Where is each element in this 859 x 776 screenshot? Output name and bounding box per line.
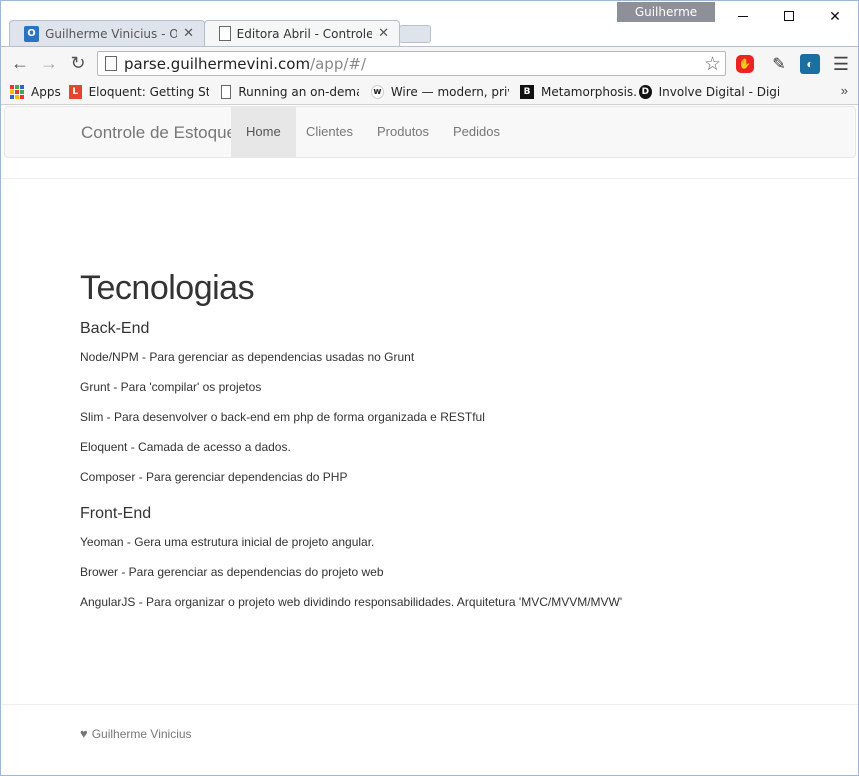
wave-extension-button[interactable]: ◐ — [800, 54, 820, 74]
list-item: Grunt - Para 'compilar' os projetos — [80, 380, 262, 394]
chrome-menu-button[interactable]: ☰ — [831, 54, 851, 74]
close-icon: ✕ — [829, 7, 841, 24]
apps-icon — [10, 85, 24, 99]
nav-pedidos[interactable]: Pedidos — [438, 107, 515, 157]
d-icon: D — [639, 85, 652, 99]
minimize-icon — [738, 15, 748, 17]
wave-icon: ◐ — [800, 54, 820, 74]
footer-author: Guilherme Vinicius — [91, 726, 192, 741]
section-heading-backend: Back-End — [80, 320, 150, 337]
url-path: /app/#/ — [310, 55, 367, 73]
arrow-right-icon: → — [40, 52, 58, 73]
wire-icon: w — [371, 85, 384, 99]
main-content: Tecnologias Back-End Node/NPM - Para ger… — [80, 266, 800, 622]
back-button[interactable]: ← — [9, 52, 31, 74]
list-item: Brower - Para gerenciar as dependencias … — [80, 565, 384, 579]
more-bookmarks-button[interactable]: » — [841, 83, 848, 98]
bookmark-label: Metamorphosis. — [541, 85, 637, 99]
list-item: Composer - Para gerenciar dependencias d… — [80, 470, 348, 484]
close-window-button[interactable]: ✕ — [812, 1, 858, 31]
bookmark-involve-digital[interactable]: D Involve Digital - Digita — [639, 83, 779, 101]
address-bar[interactable]: parse.guilhermevini.com/app/#/ ☆ — [97, 51, 726, 76]
section-heading-frontend: Front-End — [80, 505, 152, 522]
nav-produtos[interactable]: Produtos — [362, 107, 444, 157]
maximize-button[interactable] — [766, 1, 812, 31]
page-viewport: Controle de Estoque Home Clientes Produt… — [2, 106, 858, 775]
maximize-icon — [784, 11, 794, 21]
reload-icon: ↻ — [70, 52, 86, 73]
page-icon — [219, 26, 231, 41]
laravel-icon: L — [69, 85, 82, 99]
footer-divider — [2, 704, 858, 705]
list-item: AngularJS - Para organizar o projeto web… — [80, 595, 623, 609]
profile-button[interactable]: Guilherme Vini... — [617, 2, 715, 39]
tab-editora-abril[interactable]: Editora Abril - Controle de ✕ — [204, 20, 400, 46]
tab-title: Guilherme Vinicius - Outlo — [45, 26, 177, 41]
site-navbar: Controle de Estoque Home Clientes Produt… — [4, 106, 856, 158]
bookmark-label: Involve Digital - Digita — [658, 85, 779, 99]
list-item: Slim - Para desenvolver o back-end em ph… — [80, 410, 485, 424]
tab-title: Editora Abril - Controle de — [236, 26, 373, 41]
tab-close-icon[interactable]: ✕ — [183, 26, 194, 41]
adblock-icon: ✋ — [736, 55, 754, 73]
forward-button[interactable]: → — [38, 52, 60, 74]
bookmark-metamorphosis[interactable]: B Metamorphosis. — [520, 83, 637, 101]
bookmark-label: Apps — [31, 85, 61, 99]
browser-window: Guilherme Vini... ✕ O Guilherme Vinicius… — [0, 0, 859, 776]
bookmark-star-icon[interactable]: ☆ — [704, 53, 721, 76]
hamburger-icon: ☰ — [832, 53, 850, 74]
list-item: Eloquent - Camada de acesso a dados. — [80, 440, 291, 454]
outlook-icon: O — [24, 25, 40, 42]
bookmark-label: Eloquent: Getting Star — [88, 85, 209, 99]
new-tab-button[interactable] — [399, 25, 431, 43]
b-icon: B — [520, 85, 534, 99]
eyedropper-extension-button[interactable]: ✎ — [769, 54, 789, 74]
bookmark-wire[interactable]: w Wire — modern, priva — [371, 83, 509, 101]
footer: ♥ Guilherme Vinicius — [80, 726, 192, 741]
bookmark-apps[interactable]: Apps — [10, 83, 61, 101]
list-item: Node/NPM - Para gerenciar as dependencia… — [80, 350, 415, 364]
page-icon — [221, 85, 232, 99]
url-host: parse.guilhermevini.com — [124, 55, 311, 73]
navbar-brand[interactable]: Controle de Estoque — [81, 123, 236, 143]
tab-outlook[interactable]: O Guilherme Vinicius - Outlo ✕ — [9, 20, 205, 46]
page-title: Tecnologias — [80, 269, 255, 307]
eyedropper-icon: ✎ — [772, 56, 786, 73]
tab-strip: Guilherme Vini... ✕ O Guilherme Vinicius… — [1, 1, 858, 46]
arrow-left-icon: ← — [11, 52, 29, 73]
reload-button[interactable]: ↻ — [67, 52, 89, 74]
nav-clientes[interactable]: Clientes — [291, 107, 368, 157]
url-text[interactable]: parse.guilhermevini.com/app/#/ — [124, 55, 366, 73]
tab-close-icon[interactable]: ✕ — [378, 26, 389, 41]
bookmark-label: Running an on-demar — [238, 85, 359, 99]
list-item: Yeoman - Gera uma estrutura inicial de p… — [80, 535, 375, 549]
minimize-button[interactable] — [720, 1, 766, 31]
nav-home[interactable]: Home — [231, 107, 296, 157]
browser-toolbar: ← → ↻ parse.guilhermevini.com/app/#/ ☆ ✋… — [1, 46, 858, 79]
page-icon — [105, 56, 117, 71]
bookmarks-bar: Apps L Eloquent: Getting Star Running an… — [1, 79, 858, 105]
adblock-extension-button[interactable]: ✋ — [735, 54, 755, 74]
heart-icon: ♥ — [80, 726, 88, 741]
bookmark-running-on-demand[interactable]: Running an on-demar — [221, 83, 359, 101]
bookmark-eloquent[interactable]: L Eloquent: Getting Star — [69, 83, 209, 101]
bookmark-label: Wire — modern, priva — [390, 85, 509, 99]
header-divider — [2, 178, 858, 179]
